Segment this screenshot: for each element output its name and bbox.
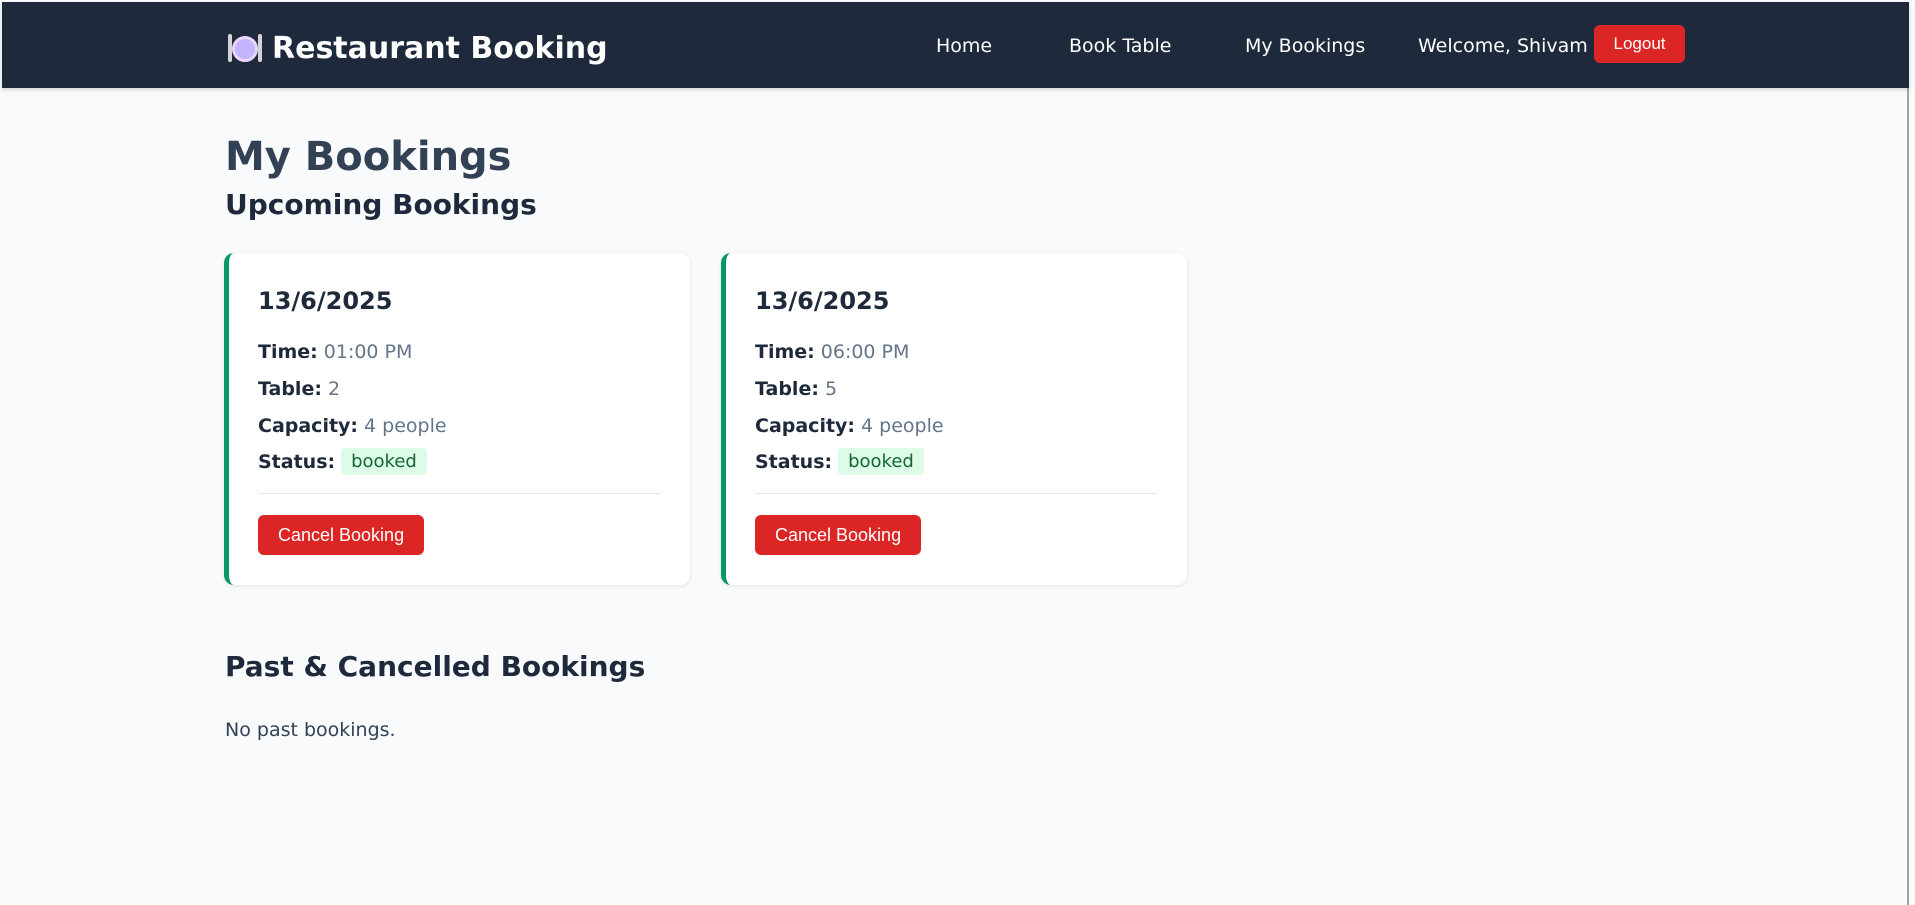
card-divider bbox=[755, 493, 1157, 494]
status-badge: booked bbox=[341, 448, 427, 475]
table-value: 2 bbox=[327, 378, 341, 400]
card-divider bbox=[258, 493, 660, 494]
time-label: Time: bbox=[258, 341, 318, 363]
booking-date: 13/6/2025 bbox=[258, 287, 393, 315]
capacity-label: Capacity: bbox=[755, 415, 856, 437]
booking-status-row: Status: booked bbox=[258, 448, 427, 475]
capacity-value: 4 people bbox=[364, 415, 447, 437]
nav-link-book-table[interactable]: Book Table bbox=[1069, 35, 1171, 57]
status-label: Status: bbox=[258, 450, 336, 473]
time-value: 06:00 PM bbox=[820, 341, 910, 363]
capacity-label: Capacity: bbox=[258, 415, 359, 437]
booking-card: 13/6/2025 Time: 06:00 PM Table: 5 Capaci… bbox=[721, 253, 1187, 585]
table-label: Table: bbox=[258, 378, 322, 400]
booking-time-row: Time: 01:00 PM bbox=[258, 341, 412, 363]
past-bookings-heading: Past & Cancelled Bookings bbox=[225, 650, 646, 683]
logout-button[interactable]: Logout bbox=[1594, 25, 1685, 63]
booking-capacity-row: Capacity: 4 people bbox=[755, 415, 944, 437]
welcome-text: Welcome, Shivam bbox=[1418, 35, 1588, 57]
booking-table-row: Table: 5 bbox=[755, 378, 837, 400]
table-value: 5 bbox=[824, 378, 838, 400]
plate-cutlery-icon bbox=[228, 32, 262, 64]
nav-link-home[interactable]: Home bbox=[936, 35, 992, 57]
brand-title: Restaurant Booking bbox=[272, 30, 608, 66]
upcoming-bookings-heading: Upcoming Bookings bbox=[225, 188, 537, 221]
time-value: 01:00 PM bbox=[323, 341, 413, 363]
nav-link-my-bookings[interactable]: My Bookings bbox=[1245, 35, 1365, 57]
status-badge: booked bbox=[838, 448, 924, 475]
table-label: Table: bbox=[755, 378, 819, 400]
booking-date: 13/6/2025 bbox=[755, 287, 890, 315]
app-frame: Restaurant Booking Home Book Table My Bo… bbox=[2, 2, 1909, 905]
no-past-bookings-text: No past bookings. bbox=[225, 719, 396, 741]
cancel-booking-button[interactable]: Cancel Booking bbox=[755, 515, 922, 555]
booking-table-row: Table: 2 bbox=[258, 378, 340, 400]
status-label: Status: bbox=[755, 450, 833, 473]
navbar: Restaurant Booking Home Book Table My Bo… bbox=[2, 2, 1909, 88]
booking-card: 13/6/2025 Time: 01:00 PM Table: 2 Capaci… bbox=[224, 253, 690, 585]
booking-time-row: Time: 06:00 PM bbox=[755, 341, 909, 363]
capacity-value: 4 people bbox=[861, 415, 944, 437]
booking-capacity-row: Capacity: 4 people bbox=[258, 415, 447, 437]
time-label: Time: bbox=[755, 341, 815, 363]
booking-status-row: Status: booked bbox=[755, 448, 924, 475]
cancel-booking-button[interactable]: Cancel Booking bbox=[258, 515, 425, 555]
brand[interactable]: Restaurant Booking bbox=[228, 28, 608, 68]
page-title: My Bookings bbox=[225, 134, 512, 180]
